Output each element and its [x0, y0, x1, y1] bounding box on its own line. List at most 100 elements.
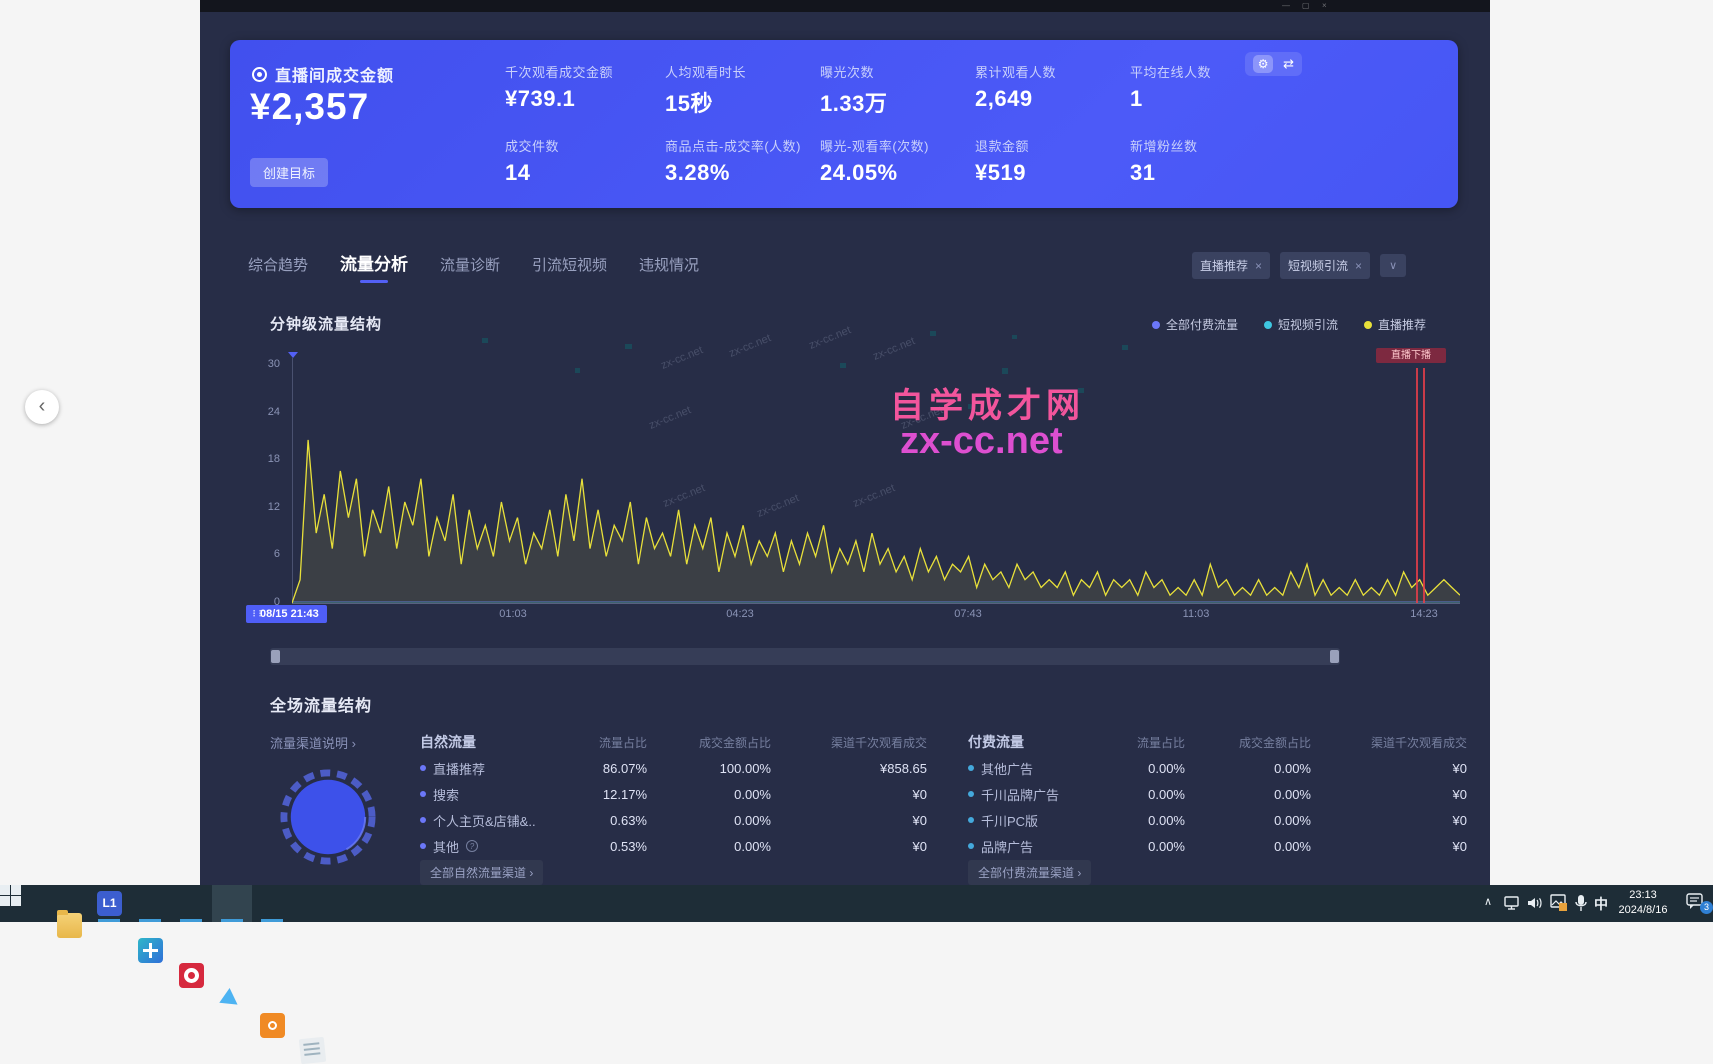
table-row[interactable]: 其他? 0.53% 0.00% ¥0	[420, 836, 927, 856]
l1-app-icon[interactable]: L1	[97, 891, 122, 916]
traffic-donut-chart[interactable]	[279, 768, 377, 866]
table-row[interactable]: 其他广告 0.00% 0.00% ¥0	[968, 758, 1467, 778]
metric-cell: 成交件数 14	[505, 136, 663, 186]
series-dot	[968, 765, 974, 771]
series-dot	[968, 791, 974, 797]
network-icon[interactable]	[1504, 895, 1522, 911]
ime-indicator[interactable]: 中	[1594, 894, 1608, 914]
window-title-strip: — ▢ ×	[200, 0, 1490, 12]
gmv-main-value: ¥2,357	[250, 86, 369, 128]
tray-clock[interactable]: 23:13 2024/8/16	[1612, 888, 1674, 918]
notification-badge: 3	[1700, 901, 1713, 914]
create-goal-button[interactable]: 创建目标	[250, 158, 328, 187]
active-tab-underline	[360, 280, 388, 283]
volume-icon[interactable]	[1527, 895, 1545, 911]
legend-item-live-recommend[interactable]: 直播推荐	[1364, 316, 1426, 333]
watermark-text: zx-cc.net	[727, 332, 772, 360]
x-tick: 01:03	[499, 608, 527, 620]
tab-overall-trend[interactable]: 综合趋势	[248, 254, 308, 281]
chart-range-scrollbar[interactable]	[270, 648, 1340, 665]
close-icon[interactable]: ×	[1255, 259, 1262, 273]
tab-traffic-analysis[interactable]: 流量分析	[340, 250, 408, 281]
metric-cell: 曝光-观看率(次数) 24.05%	[820, 136, 978, 186]
panel-tools: ⚙ ⇄	[1245, 52, 1302, 76]
metric-cell: 曝光次数 1.33万	[820, 62, 978, 118]
artifact-speck	[930, 331, 936, 336]
help-icon[interactable]: ?	[466, 840, 478, 852]
natural-table-header: 自然流量 流量占比 成交金额占比 渠道千次观看成交	[420, 732, 927, 752]
table-row[interactable]: 搜索 12.17% 0.00% ¥0	[420, 784, 927, 804]
tray-time: 23:13	[1612, 888, 1674, 903]
analytics-dashboard-window: — ▢ × 直播间成交金额 ¥2,357 创建目标 千次观看成交金额 ¥739.…	[200, 0, 1490, 885]
metric-cell: 退款金额 ¥519	[975, 136, 1133, 186]
start-button[interactable]	[0, 885, 22, 907]
red-ring-app-icon[interactable]	[179, 963, 204, 988]
tab-short-video[interactable]: 引流短视频	[532, 254, 607, 281]
photos-tray-icon[interactable]	[1550, 894, 1568, 912]
minute-traffic-chart[interactable]	[292, 365, 1460, 605]
minimize-icon[interactable]: —	[1282, 1, 1290, 11]
metric-cell: 千次观看成交金额 ¥739.1	[505, 62, 663, 112]
filter-dropdown-button[interactable]: ∨	[1380, 254, 1406, 277]
chevron-left-icon: ‹	[39, 395, 46, 417]
artifact-speck	[625, 344, 632, 349]
x-axis-start-label[interactable]: ⋮⋮ 08/15 21:43	[246, 605, 327, 623]
watermark-site: zx-cc.net	[900, 420, 1063, 463]
chevron-up-icon[interactable]: ∧	[1484, 895, 1492, 908]
tab-violations[interactable]: 违规情况	[639, 254, 699, 281]
metric-cell: 新增粉丝数 31	[1130, 136, 1288, 186]
watermark-text: zx-cc.net	[807, 324, 852, 352]
metric-cell: 累计观看人数 2,649	[975, 62, 1133, 112]
target-icon	[252, 67, 267, 82]
table-row[interactable]: 千川PC版 0.00% 0.00% ¥0	[968, 810, 1467, 830]
maximize-icon[interactable]: ▢	[1302, 1, 1310, 11]
close-icon[interactable]: ×	[1322, 1, 1327, 11]
kpi-panel-title: 直播间成交金额	[275, 62, 394, 86]
table-row[interactable]: 直播推荐 86.07% 100.00% ¥858.65	[420, 758, 927, 778]
table-row[interactable]: 个人主页&店铺&.. 0.63% 0.00% ¥0	[420, 810, 927, 830]
tray-date: 2024/8/16	[1612, 903, 1674, 918]
filter-tag-short-video[interactable]: 短视频引流 ×	[1280, 252, 1370, 279]
artifact-speck	[1002, 368, 1008, 374]
channel-help-link[interactable]: 流量渠道说明 ›	[270, 733, 356, 752]
artifact-speck	[1122, 345, 1128, 350]
legend-item-paid[interactable]: 全部付费流量	[1152, 316, 1238, 333]
all-paid-channels-link[interactable]: 全部付费流量渠道 ›	[968, 860, 1091, 885]
traffic-line-series	[292, 365, 1460, 605]
series-dot	[968, 843, 974, 849]
legend-dot	[1364, 321, 1372, 329]
series-dot	[420, 765, 426, 771]
filter-tag-bar: 直播推荐 × 短视频引流 × ∨	[1192, 252, 1406, 279]
carousel-prev-button[interactable]: ‹	[25, 390, 59, 424]
artifact-speck	[482, 338, 488, 343]
orange-app-icon[interactable]	[260, 1013, 285, 1038]
file-explorer-icon[interactable]	[57, 913, 82, 938]
legend-item-short-video[interactable]: 短视频引流	[1264, 316, 1338, 333]
swap-icon[interactable]: ⇄	[1283, 56, 1294, 72]
metric-cell: 人均观看时长 15秒	[665, 62, 823, 118]
all-natural-channels-link[interactable]: 全部自然流量渠道 ›	[420, 860, 543, 885]
tab-traffic-diagnosis[interactable]: 流量诊断	[440, 254, 500, 281]
table-row[interactable]: 品牌广告 0.00% 0.00% ¥0	[968, 836, 1467, 856]
legend-dot	[1152, 321, 1160, 329]
table-row[interactable]: 千川品牌广告 0.00% 0.00% ¥0	[968, 784, 1467, 804]
artifact-speck	[840, 363, 846, 368]
series-dot	[968, 817, 974, 823]
close-icon[interactable]: ×	[1355, 259, 1362, 273]
series-dot	[420, 843, 426, 849]
microphone-icon[interactable]	[1574, 894, 1588, 913]
scrollbar-left-handle[interactable]	[271, 650, 280, 663]
teal-plus-app-icon[interactable]	[138, 938, 163, 963]
scrollbar-right-handle[interactable]	[1330, 650, 1339, 663]
traffic-structure-title: 全场流量结构	[270, 692, 372, 716]
axis-pointer-icon	[288, 352, 298, 358]
paid-table-header: 付费流量 流量占比 成交金额占比 渠道千次观看成交	[968, 732, 1467, 752]
chart-legend: 全部付费流量 短视频引流 直播推荐	[1152, 316, 1426, 333]
gear-icon[interactable]: ⚙	[1253, 55, 1273, 73]
watermark-text: zx-cc.net	[871, 335, 916, 363]
filter-tag-live-recommend[interactable]: 直播推荐 ×	[1192, 252, 1270, 279]
section-tabs: 综合趋势 流量分析 流量诊断 引流短视频 违规情况	[248, 250, 699, 281]
annotation-marker-line	[1423, 368, 1425, 603]
pointer-app-icon[interactable]	[219, 988, 244, 1013]
notepad-icon[interactable]	[299, 1037, 326, 1064]
